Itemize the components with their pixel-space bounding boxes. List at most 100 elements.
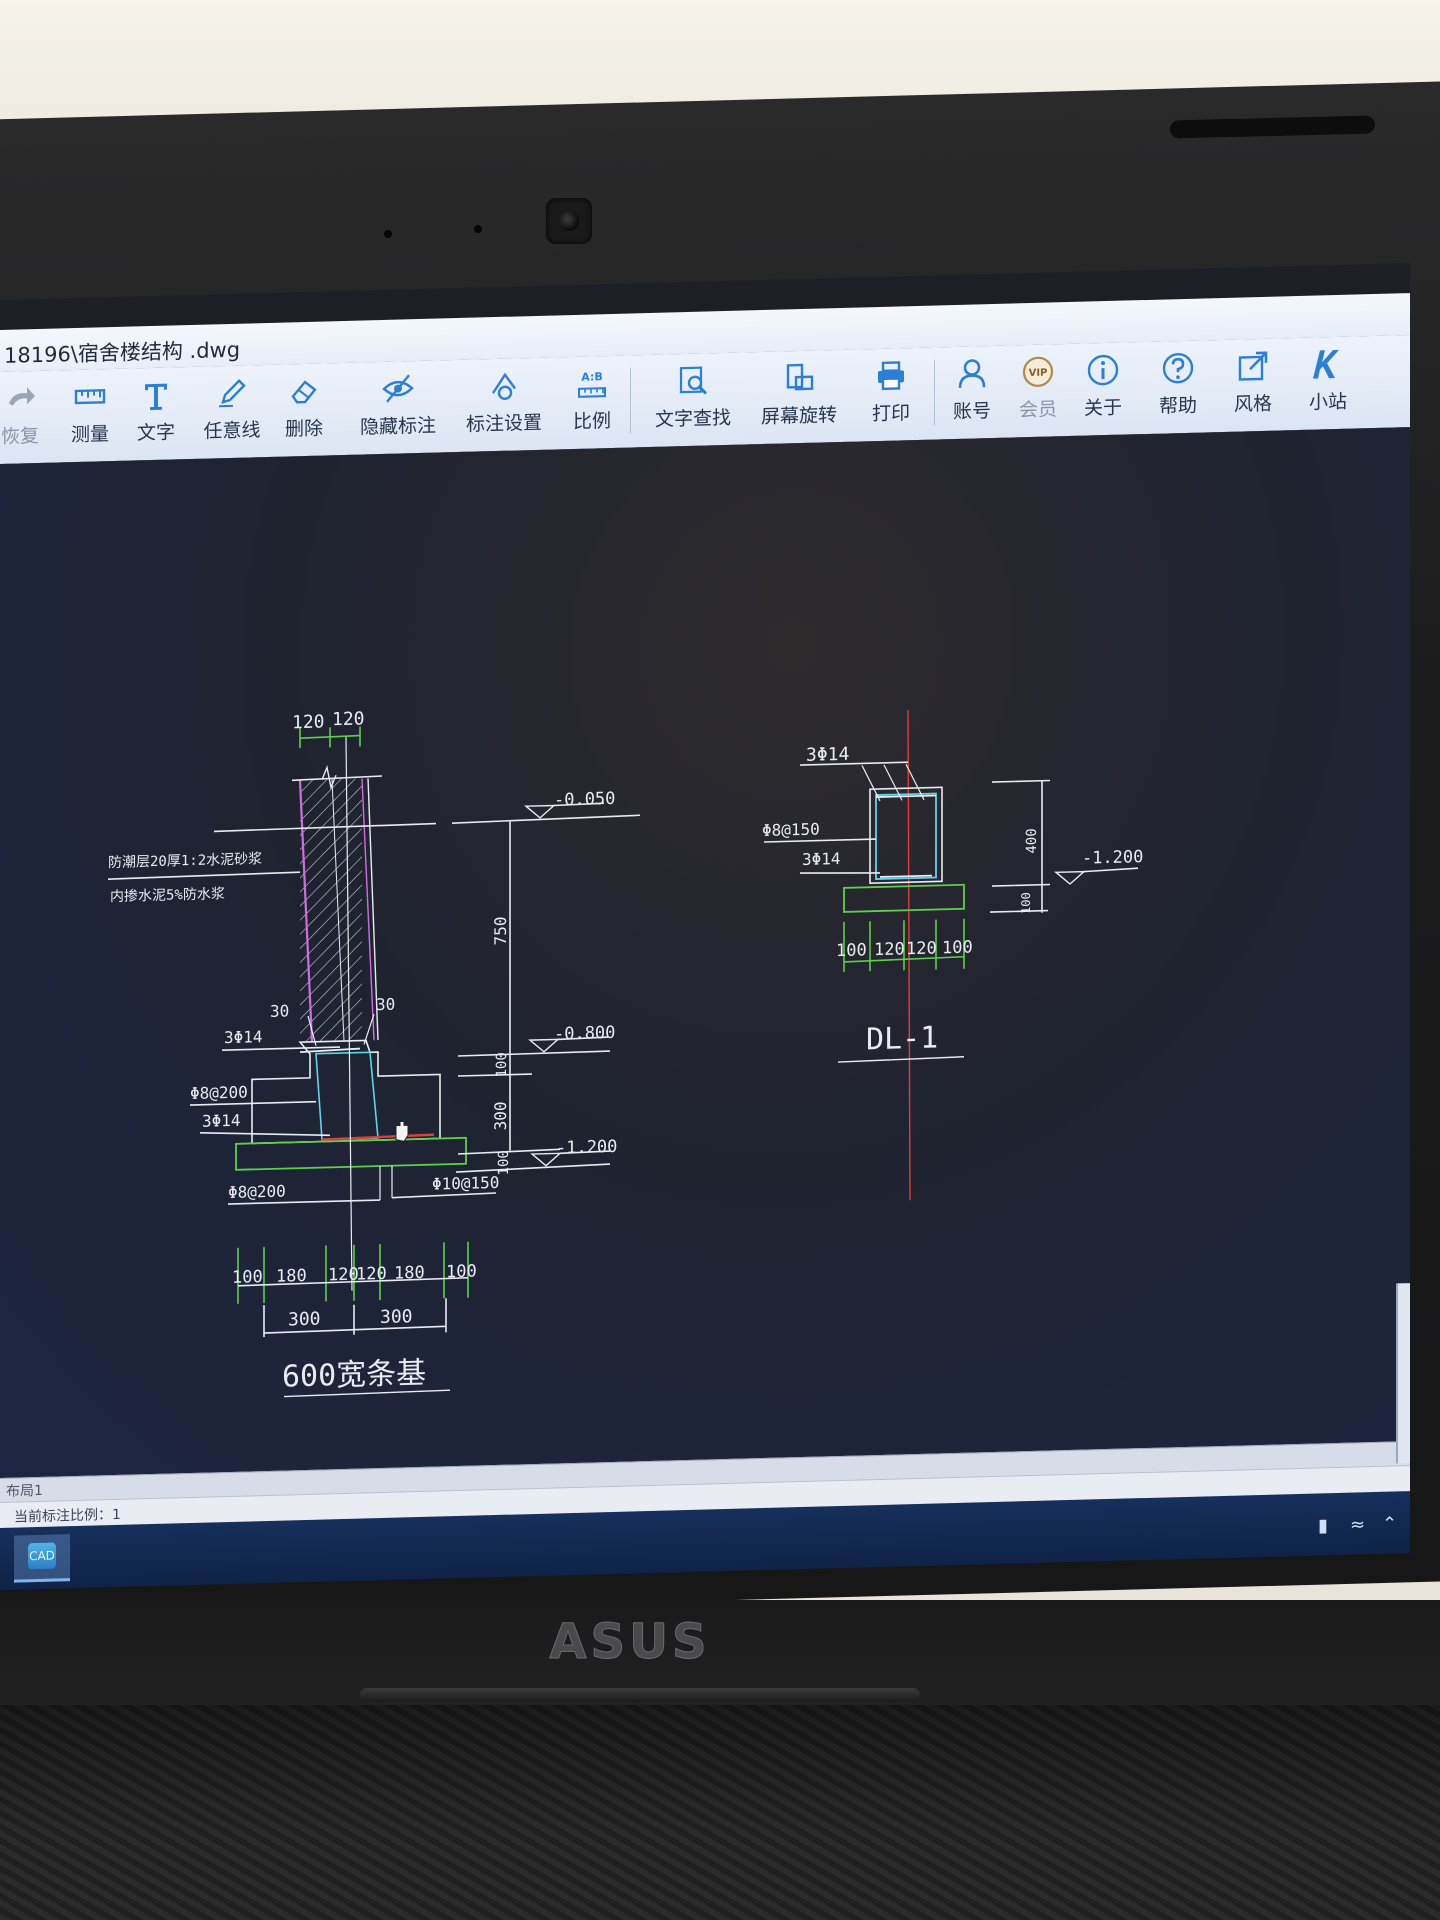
toolbar-label: 删除 <box>284 417 323 441</box>
toolbar-label: 会员 <box>1018 398 1057 422</box>
photo-stage: 18196\宿舍楼结构 .dwg 恢复 测量 文字 任意线 删除 隐藏标注 标注设置 A:B 比… <box>0 0 1440 1920</box>
drawing-canvas[interactable]: 120 120 防潮层20厚1:2水泥砂浆 内掺水泥5%防水浆 30 30 3Φ14 Φ8@2… <box>0 426 1410 1479</box>
brand-logo: ASUS <box>549 1614 710 1671</box>
dimension-label: 100 <box>232 1267 263 1288</box>
toolbar-dimension-settings-button[interactable]: 标注设置 <box>458 358 550 450</box>
side-panel <box>1396 1281 1410 1464</box>
brand-text: ASUS <box>549 1614 710 1670</box>
elevation-label: -1.200 <box>556 1137 617 1159</box>
toolbar-scale-button[interactable]: A:B 比例 <box>562 356 622 448</box>
user-icon <box>958 359 986 388</box>
dimension-label: 300 <box>491 1101 510 1130</box>
leader-line <box>222 1046 340 1051</box>
toolbar-label: 测量 <box>70 423 109 447</box>
toolbar-text-search-button[interactable]: 文字查找 <box>646 353 740 445</box>
layout-tab[interactable]: 布局1 <box>6 1480 43 1501</box>
battery-icon[interactable]: ▮ <box>1318 1515 1328 1536</box>
sensor-dot <box>474 225 482 233</box>
note-text: 防潮层20厚1:2水泥砂浆 <box>108 851 262 871</box>
dimension-label: 180 <box>276 1266 307 1287</box>
rebar-label: 3Φ14 <box>802 849 841 869</box>
chevron-up-icon[interactable]: ⌃ <box>1382 1513 1397 1534</box>
application-window: 18196\宿舍楼结构 .dwg 恢复 测量 文字 任意线 删除 隐藏标注 标注设置 A:B 比… <box>0 263 1410 1590</box>
elevation-line <box>451 814 641 824</box>
beam-top-bar <box>876 794 936 798</box>
beam-top-bar <box>299 1047 361 1054</box>
beam-outline <box>869 786 943 885</box>
dimension-label: 750 <box>491 916 510 945</box>
toolbar-info-button[interactable]: 关于 <box>1076 342 1130 433</box>
dimension-label: 300 <box>288 1309 321 1331</box>
printer-icon <box>878 361 904 391</box>
toolbar-user-button[interactable]: 账号 <box>944 346 1000 437</box>
keyboard-deck <box>0 1705 1440 1920</box>
window-title: 18196\宿舍楼结构 .dwg <box>4 337 241 368</box>
toolbar-label: 小站 <box>1308 390 1347 414</box>
toolbar-label: 帮助 <box>1158 394 1197 418</box>
vip-icon: VIP <box>1022 356 1054 387</box>
elevation-label: -0.800 <box>554 1023 615 1045</box>
toolbar-label: 恢复 <box>0 424 39 448</box>
note-text: 内掺水泥5%防水浆 <box>110 885 225 905</box>
dimension-label: 100 <box>836 940 867 961</box>
rotate-screen-icon <box>786 363 814 391</box>
wall-edge-right <box>361 778 375 1041</box>
toolbar-printer-button[interactable]: 打印 <box>862 348 920 440</box>
dimension-label: 300 <box>380 1306 413 1328</box>
beam-cushion <box>843 883 965 913</box>
toolbar-help-button[interactable]: 帮助 <box>1150 340 1206 431</box>
leader-line <box>391 1192 497 1199</box>
leader-line <box>107 871 301 880</box>
drawing-title: 600宽条基 <box>282 1356 426 1395</box>
rebar-label: Φ10@150 <box>432 1173 499 1194</box>
dimension-label: 100 <box>1019 892 1033 914</box>
toolbar-ruler-button[interactable]: 测量 <box>62 369 118 460</box>
toolbar-style-button[interactable]: 风格 <box>1226 338 1280 429</box>
toolbar-vip-button[interactable]: VIP 会员 <box>1012 344 1064 435</box>
title-underline <box>837 1056 965 1063</box>
ruler-icon <box>74 389 106 405</box>
toolbar-eraser-button[interactable]: 删除 <box>278 363 330 454</box>
dimension-label: 120 <box>356 1264 387 1285</box>
dimension-label: 120 <box>332 708 365 730</box>
rebar-label: Φ8@150 <box>762 820 820 841</box>
beam-stirrup <box>875 792 937 880</box>
toolbar-pencil-button[interactable]: 任意线 <box>200 365 264 457</box>
dimension-label: 30 <box>270 1001 289 1021</box>
elevation-line <box>1083 867 1139 873</box>
dimension-label: 120 <box>328 1265 359 1286</box>
eye-hide-icon <box>382 374 414 403</box>
scale-icon: A:B <box>578 370 606 398</box>
elevation-line <box>457 1050 611 1057</box>
eraser-icon <box>291 380 317 404</box>
toolbar-label: 账号 <box>952 400 991 424</box>
beam-bottom-bar <box>880 874 932 878</box>
toolbar-redo-button[interactable]: 恢复 <box>0 371 40 462</box>
rebar-label: Φ8@200 <box>228 1182 286 1203</box>
toolbar-rotate-screen-button[interactable]: 屏幕旋转 <box>752 350 846 442</box>
svg-text:VIP: VIP <box>1029 368 1048 379</box>
dimension-label: 100 <box>942 938 973 959</box>
toolbar-site-button[interactable]: 小站 <box>1300 336 1356 427</box>
dimension-label: 180 <box>394 1263 425 1284</box>
stirrup-cage <box>315 1051 379 1141</box>
rebar-label: 3Φ14 <box>224 1027 263 1047</box>
dimension-label: 100 <box>496 1150 512 1176</box>
toolbar-text-button[interactable]: 文字 <box>130 367 182 458</box>
site-icon <box>1313 349 1339 379</box>
toolbar-label: 比例 <box>572 410 611 433</box>
toolbar-label: 打印 <box>871 402 910 426</box>
toolbar-eye-hide-button[interactable]: 隐藏标注 <box>352 360 444 452</box>
toolbar-label: 任意线 <box>203 419 261 443</box>
style-icon <box>1238 351 1268 381</box>
leader-line <box>363 1014 375 1045</box>
wifi-icon[interactable]: ≈ <box>1350 1514 1365 1535</box>
dimension-settings-icon <box>492 372 516 400</box>
toolbar-label: 文字查找 <box>654 406 731 431</box>
dimension-label: 100 <box>494 1052 510 1078</box>
toolbar-label: 文字 <box>136 421 175 445</box>
cursor-hand-icon <box>395 1120 409 1142</box>
svg-text:A:B: A:B <box>581 370 603 384</box>
help-icon <box>1162 352 1194 384</box>
taskbar-app-button[interactable]: CAD <box>14 1534 70 1583</box>
